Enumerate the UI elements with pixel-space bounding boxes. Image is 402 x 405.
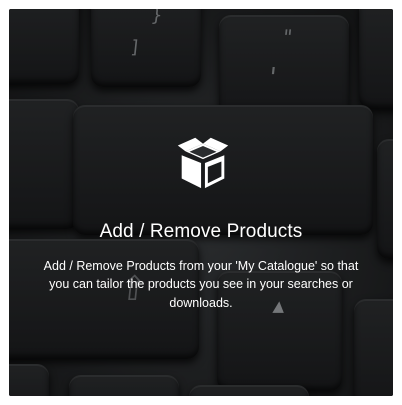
tile-title: Add / Remove Products xyxy=(99,221,303,242)
tile-description: Add / Remove Products from your 'My Cata… xyxy=(43,259,359,310)
add-remove-products-tile[interactable]: } ] " ' ⇧ ▲ Add / Remove Products Add / … xyxy=(9,9,393,396)
open-box-icon xyxy=(177,137,229,189)
dark-overlay xyxy=(9,9,393,396)
